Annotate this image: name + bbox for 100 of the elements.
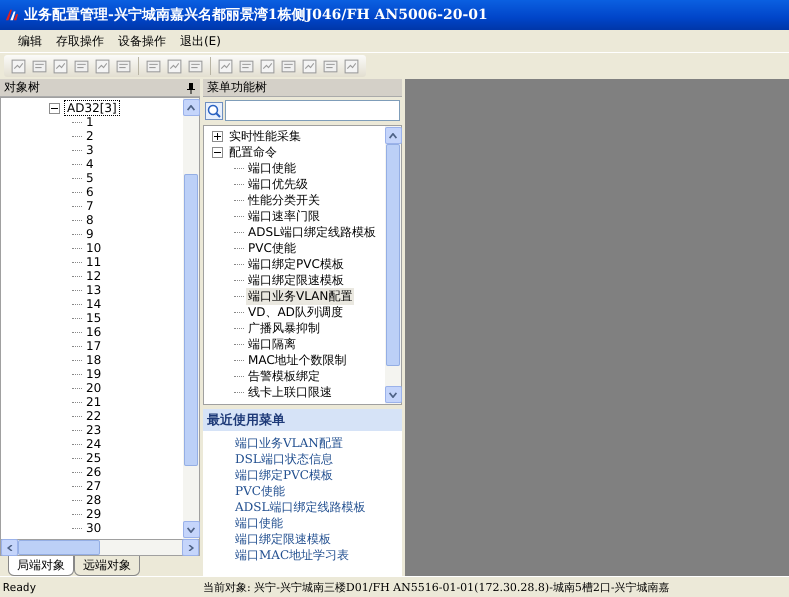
tree-item[interactable]: 30	[84, 521, 104, 535]
status-text: 当前对象: 兴宁-兴宁城南三楼D01/FH AN5516-01-01(172.30.28.8)-城南5槽2口-兴宁城南嘉	[203, 580, 670, 594]
document-icon[interactable]	[217, 58, 234, 74]
tree-item[interactable]: 线卡上联口限速	[246, 384, 334, 400]
menu-item[interactable]: 退出(E)	[174, 30, 227, 52]
scroll-right-button[interactable]	[182, 539, 199, 556]
scroll-left-button[interactable]	[1, 539, 18, 556]
tree-item[interactable]: 性能分类开关	[246, 192, 322, 208]
document-icon[interactable]	[10, 58, 27, 74]
document-icon[interactable]	[52, 58, 69, 74]
tree-item[interactable]: 9	[84, 227, 96, 241]
tree-item[interactable]: 3	[84, 143, 96, 157]
horizontal-scrollbar[interactable]	[0, 540, 200, 556]
tree-item[interactable]: 24	[84, 437, 104, 451]
tree-item[interactable]: 19	[84, 367, 104, 381]
search-field[interactable]	[225, 100, 400, 121]
tree-item[interactable]: 端口业务VLAN配置	[246, 288, 354, 304]
tree-item[interactable]: 端口隔离	[246, 336, 298, 352]
document-icon[interactable]	[280, 58, 297, 74]
document-icon[interactable]	[187, 58, 204, 74]
expand-button[interactable]	[212, 130, 223, 142]
tab[interactable]: 远端对象	[74, 556, 140, 576]
panel-title: 对象树	[4, 79, 40, 96]
tree-item[interactable]: 28	[84, 493, 104, 507]
tree-item[interactable]: 10	[84, 241, 104, 255]
tree-item[interactable]: 端口使能	[246, 160, 298, 176]
tree-item[interactable]: 23	[84, 423, 104, 437]
tree-item[interactable]: 端口绑定限速模板	[246, 272, 346, 288]
document-icon[interactable]	[73, 58, 90, 74]
logo-icon	[4, 8, 20, 22]
pin-icon[interactable]	[186, 82, 196, 94]
document-icon[interactable]	[343, 58, 360, 74]
vertical-scrollbar[interactable]	[183, 98, 199, 539]
menu-item[interactable]: 存取操作	[50, 30, 110, 52]
scroll-thumb[interactable]	[386, 144, 400, 366]
tree-item[interactable]: 配置命令	[227, 144, 279, 160]
tree-item[interactable]: 实时性能采集	[227, 128, 303, 144]
document-icon[interactable]	[238, 58, 255, 74]
scroll-down-button[interactable]	[182, 521, 200, 538]
menu-link[interactable]: 端口绑定PVC模板	[235, 467, 402, 483]
tree-item[interactable]: 14	[84, 297, 104, 311]
scroll-up-button[interactable]	[182, 99, 200, 116]
tree-item[interactable]: 15	[84, 311, 104, 325]
document-icon[interactable]	[115, 58, 132, 74]
collapse-button[interactable]	[49, 102, 60, 114]
menu-link[interactable]: 端口业务VLAN配置	[235, 435, 402, 451]
tab[interactable]: 局端对象	[8, 556, 74, 576]
tree-item[interactable]: 6	[84, 185, 96, 199]
tree-item[interactable]: 17	[84, 339, 104, 353]
vertical-scrollbar[interactable]	[385, 126, 401, 404]
tree-item[interactable]: 广播风暴抑制	[246, 320, 322, 336]
menu-link[interactable]: ADSL端口绑定线路模板	[235, 499, 402, 515]
scroll-thumb[interactable]	[184, 174, 198, 466]
tree-item[interactable]: 告警模板绑定	[246, 368, 322, 384]
menu-link[interactable]: DSL端口状态信息	[235, 451, 402, 467]
menu-link[interactable]: PVC使能	[235, 483, 402, 499]
tree-item[interactable]: 端口绑定PVC模板	[246, 256, 346, 272]
tree-item[interactable]: 端口速率门限	[246, 208, 322, 224]
menu-link[interactable]: 端口MAC地址学习表	[235, 547, 402, 563]
tree-item[interactable]: 11	[84, 255, 104, 269]
tree-item[interactable]: 13	[84, 283, 104, 297]
tree-item[interactable]: 端口优先级	[246, 176, 310, 192]
tree-item[interactable]: 26	[84, 465, 104, 479]
document-icon[interactable]	[145, 58, 162, 74]
collapse-button[interactable]	[212, 146, 223, 158]
menu-link[interactable]: 端口使能	[235, 515, 402, 531]
tree-item[interactable]: 4	[84, 157, 96, 171]
menu-item[interactable]: 设备操作	[112, 30, 172, 52]
tree-item[interactable]: 16	[84, 325, 104, 339]
tree-item[interactable]: AD32[3]	[64, 100, 120, 116]
tree-item[interactable]: 2	[84, 129, 96, 143]
document-icon[interactable]	[31, 58, 48, 74]
tree-item[interactable]: 25	[84, 451, 104, 465]
tree-item[interactable]: MAC地址个数限制	[246, 352, 349, 368]
document-icon[interactable]	[322, 58, 339, 74]
search-icon[interactable]	[205, 102, 223, 120]
tree-item[interactable]: 1	[84, 115, 96, 129]
document-icon[interactable]	[166, 58, 183, 74]
scroll-up-button[interactable]	[384, 127, 402, 144]
tree-item[interactable]: 7	[84, 199, 96, 213]
tree-item[interactable]: 18	[84, 353, 104, 367]
tree-item[interactable]: 21	[84, 395, 104, 409]
tree-item[interactable]: 29	[84, 507, 104, 521]
tree-item[interactable]: 27	[84, 479, 104, 493]
scroll-down-button[interactable]	[384, 386, 402, 403]
tree-item[interactable]: 20	[84, 381, 104, 395]
tree-item[interactable]: PVC使能	[246, 240, 298, 256]
tree-item[interactable]: 22	[84, 409, 104, 423]
status-text: Ready	[3, 580, 38, 594]
document-icon[interactable]	[259, 58, 276, 74]
menu-link[interactable]: 端口绑定限速模板	[235, 531, 402, 547]
menu-item[interactable]: 编辑	[12, 30, 48, 52]
document-icon[interactable]	[94, 58, 111, 74]
document-icon[interactable]	[301, 58, 318, 74]
tree-item[interactable]: 8	[84, 213, 96, 227]
tree-item[interactable]: 5	[84, 171, 96, 185]
tree-item[interactable]: ADSL端口绑定线路模板	[246, 224, 378, 240]
tree-item[interactable]: 12	[84, 269, 104, 283]
scroll-thumb[interactable]	[18, 540, 100, 555]
tree-item[interactable]: VD、AD队列调度	[246, 304, 345, 320]
